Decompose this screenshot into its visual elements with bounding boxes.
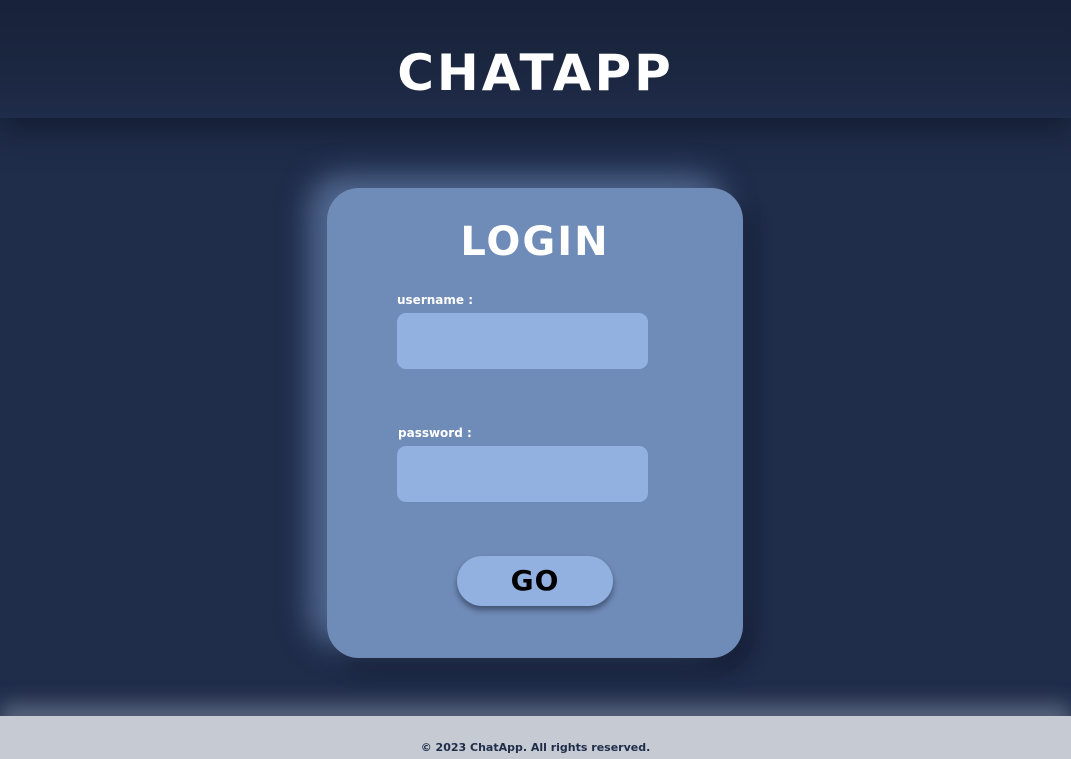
login-title: LOGIN (460, 219, 610, 265)
password-label: password : (398, 426, 472, 440)
page: CHATAPP LOGIN username : password : GO ©… (0, 0, 1071, 759)
username-field[interactable] (397, 313, 648, 369)
password-field[interactable] (397, 446, 648, 502)
footer-copyright: © 2023 ChatApp. All rights reserved. (420, 741, 651, 754)
login-card: LOGIN username : password : GO (327, 188, 743, 658)
header: CHATAPP (0, 0, 1071, 118)
go-button[interactable]: GO (457, 556, 613, 606)
username-label: username : (397, 293, 474, 307)
footer: © 2023 ChatApp. All rights reserved. (0, 716, 1071, 759)
app-title: CHATAPP (397, 44, 674, 102)
